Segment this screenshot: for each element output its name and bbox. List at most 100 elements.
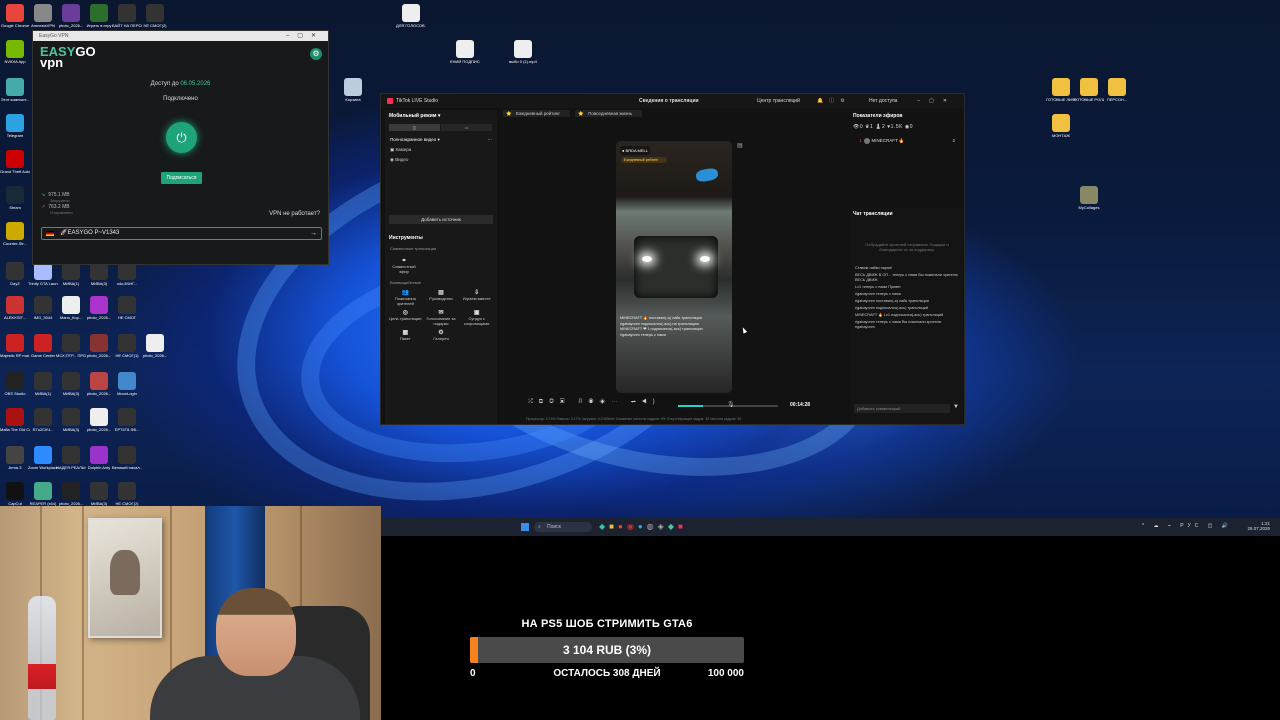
desktop-icon[interactable]: MoonLogin	[112, 372, 142, 396]
pill-daily-life[interactable]: ⭐ Повседневная жизнь	[575, 110, 642, 117]
taskbar-apps[interactable]: ◆■●◉●◍◈◆■	[599, 522, 687, 531]
tool-button[interactable]: ▤ Руководство	[425, 289, 458, 306]
window-controls[interactable]: –▢✕	[917, 94, 956, 108]
desktop-icon[interactable]: МИВА(3)	[56, 372, 86, 396]
desktop-icon[interactable]: МИВА(3)	[56, 408, 86, 432]
mode-selector[interactable]: Мобильный режим ▾	[385, 110, 497, 122]
tool-button[interactable]: ◎ Цель трансляции	[389, 309, 422, 326]
desktop-icon[interactable]: Mafia The Old Country	[0, 408, 30, 432]
co-stream-button[interactable]: ⚭ Совместный эфир	[389, 257, 419, 274]
source-video[interactable]: ◉ Видео	[385, 155, 497, 165]
tool-button[interactable]: 👥 Пожелания зрителей	[389, 289, 422, 306]
desktop-icon[interactable]: ЕНИЙ ПОДПИСКА...	[450, 40, 480, 64]
comment-input[interactable]: Добавить комментарий	[854, 404, 950, 413]
desktop-icon[interactable]: Grand Theft Auto III - T...	[0, 150, 30, 174]
tool-button[interactable]: ⇩ Играем вместе	[460, 289, 493, 306]
desktop-icon[interactable]: Majestic RP mai.10	[0, 334, 30, 358]
desktop-icon[interactable]: photo_2026...	[56, 4, 86, 28]
desktop-icon[interactable]: Trinity GTA Launcher	[28, 262, 58, 286]
desktop-icon[interactable]: ГОТОВЫЕ РОЛИКИ	[1074, 78, 1104, 102]
filter-icon[interactable]: ▼	[953, 404, 959, 410]
vpn-not-working-link[interactable]: VPN не работает?	[269, 211, 320, 217]
desktop-icon[interactable]: МОНТАЖ	[1046, 114, 1076, 138]
window-controls[interactable]: –▢✕	[286, 31, 324, 41]
desktop-icon[interactable]: Играть в игру	[84, 4, 114, 28]
desktop-icon[interactable]: R7u2СКЧ...	[28, 408, 58, 432]
desktop-icon[interactable]: Telegram	[0, 114, 30, 138]
desktop-icon[interactable]: CapCut	[0, 482, 30, 506]
tab-landscape[interactable]: ▭	[441, 124, 492, 131]
desktop-icon[interactable]: Steam	[0, 186, 30, 210]
poster-figure	[110, 550, 140, 595]
desktop-icon[interactable]: MyCollages	[1074, 186, 1104, 210]
tool-button[interactable]: ⚙ Галерея	[425, 329, 458, 342]
desktop-icon[interactable]: photo_2026...	[84, 372, 114, 396]
desktop-icon[interactable]: МИВА(3)	[84, 262, 114, 286]
toolbar-icons[interactable]: 🔔ⓘ⚙	[817, 94, 851, 108]
desktop-icon[interactable]: photo_2026...	[56, 482, 86, 506]
desktop-icon[interactable]: НЕ СМОГ(1)	[112, 334, 142, 358]
desktop-icon[interactable]: БАЙТ НА ПЕРСОН...	[112, 4, 142, 28]
stream-info-title[interactable]: Сведения о трансляции	[639, 94, 699, 108]
more-icon[interactable]: ⋯	[488, 137, 493, 143]
desktop-icon[interactable]: ДЛЯ ГОЛОСОВ...	[396, 4, 426, 28]
desktop-icon[interactable]: Корзина	[338, 78, 368, 102]
desktop-icon[interactable]: МИВА(3)	[84, 482, 114, 506]
desktop-icon[interactable]: ПЕРСОН...	[1102, 78, 1132, 102]
tab-portrait[interactable]: ▯	[389, 124, 440, 131]
system-tray[interactable]: ^ ☁ ⌁ РУС ◫ 🔊	[1142, 523, 1232, 529]
desktop-icon[interactable]: НЕ СМОГ	[112, 296, 142, 320]
desktop-icon[interactable]: Game Center	[28, 334, 58, 358]
subscribe-button[interactable]: Подписаться	[161, 172, 202, 184]
desktop-icon[interactable]: НЕ СМОГ(2)	[112, 482, 142, 506]
desktop-icon[interactable]: photo_2026...	[140, 334, 170, 358]
desktop-icon[interactable]: AmneziaVPN	[28, 4, 58, 28]
traffic-stats: ↘ 975.1 MB Загружено ↗ 763.2 MB Отправлено	[41, 192, 73, 216]
live-center-link[interactable]: Центр трансляций	[757, 94, 800, 108]
desktop-icon[interactable]: Arma 3	[0, 446, 30, 470]
desktop-icon[interactable]: ЕРТ4Т8-Ф8...	[112, 408, 142, 432]
desktop-icon[interactable]: МСХ;ПТР... ПРО СВО...	[56, 334, 86, 358]
desktop-icon[interactable]: photo_2026...	[84, 408, 114, 432]
tool-button[interactable]: ▦ Пакет	[389, 329, 422, 342]
desktop-icon[interactable]: DayZ	[0, 262, 30, 286]
desktop-icon[interactable]: Мано_Кор...	[56, 296, 86, 320]
desktop-icon[interactable]: OBS Studio	[0, 372, 30, 396]
desktop-icon[interactable]: МИВА(1)	[28, 372, 58, 396]
desktop-icon[interactable]: НАДЕЯ РЕАЛЬН...	[56, 446, 86, 470]
layout-icon[interactable]: ▤	[737, 142, 743, 149]
desktop-icon[interactable]: photo_2026...	[84, 334, 114, 358]
desktop-icon[interactable]: НЕ СМОГ(2)	[140, 4, 170, 28]
desktop-icon[interactable]: NVIDIA App	[0, 40, 30, 64]
pill-daily-rating[interactable]: ⭐ Ежедневный рейтинг	[503, 110, 570, 117]
playback-controls[interactable]: ⤮⧉◎▣ ▯◉◈⋯ ⇌◀)	[528, 399, 661, 406]
mic-icon[interactable]: 🎙	[727, 401, 735, 408]
desktop-icon[interactable]: REAPER (x64)	[28, 482, 58, 506]
start-button[interactable]	[521, 523, 529, 531]
desktop-icon[interactable]: Великий начал...	[112, 446, 142, 470]
scene-fullscreen-video[interactable]: Полноэкранное видео ▾ ⋯	[385, 135, 497, 145]
desktop-icon[interactable]: IMG_3044	[28, 296, 58, 320]
add-source-button[interactable]: Добавить источник	[389, 215, 493, 224]
desktop-icon[interactable]: Zoom Workplace	[28, 446, 58, 470]
desktop-icon[interactable]: Dolphin Anty	[84, 446, 114, 470]
user-status[interactable]: Нет доступа	[869, 94, 897, 108]
server-selector[interactable]: 🚀EASYGO P~V1343 →	[41, 227, 322, 240]
taskbar-search[interactable]: ⌕ Поиск	[534, 522, 592, 532]
top-viewer-row[interactable]: 1 MINECRAFT 🔥 2	[851, 132, 963, 150]
desktop-icon[interactable]: ALEKKSIT...	[0, 296, 30, 320]
tool-button[interactable]: ▣ Сундук с сокровищами	[460, 309, 493, 326]
tool-button[interactable]: ✉ Голосование за подарки	[425, 309, 458, 326]
power-button[interactable]: ⏻	[166, 122, 197, 153]
desktop-icon[interactable]: МИВА(1)	[56, 262, 86, 286]
source-camera[interactable]: ▣ Камера	[385, 145, 497, 155]
gear-icon[interactable]: ⚙	[310, 48, 322, 60]
desktop-icon[interactable]: o4u;8ЧНГ...	[112, 262, 142, 286]
desktop-icon[interactable]: Этот компьют...	[0, 78, 30, 102]
clock[interactable]: 1:21 26.07.2026	[1247, 521, 1270, 531]
desktop-icon[interactable]: ГОТОВЫЕ ЛИФС	[1046, 78, 1076, 102]
desktop-icon[interactable]: Counter-Str...	[0, 222, 30, 246]
desktop-icon[interactable]: выбо 0 (1).mp4	[508, 40, 538, 64]
desktop-icon[interactable]: Google Chrome	[0, 4, 30, 28]
desktop-icon[interactable]: photo_2026...	[84, 296, 114, 320]
